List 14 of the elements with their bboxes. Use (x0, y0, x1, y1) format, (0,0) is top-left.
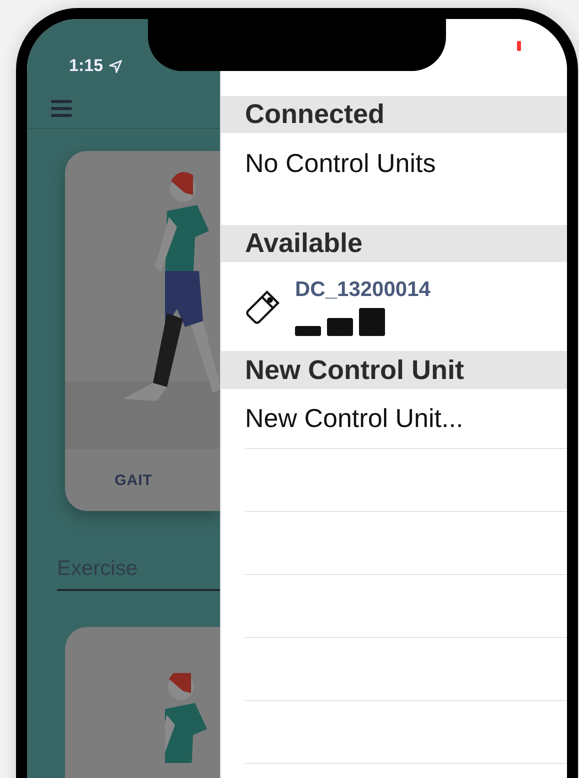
section-header: New Control Unit (221, 351, 567, 389)
new-control-unit-item[interactable]: New Control Unit... (245, 402, 567, 434)
empty-state-text: No Control Units (245, 148, 437, 179)
device-name[interactable]: DC_13200014 (295, 278, 430, 302)
status-time: 1:15 (69, 56, 104, 76)
menu-icon[interactable] (51, 100, 72, 117)
section-header: Available (221, 224, 567, 262)
card-label: GAIT (114, 472, 154, 488)
usb-stick-icon (245, 288, 281, 325)
location-arrow-icon (109, 60, 122, 73)
signal-strength-icon (295, 306, 385, 336)
section-header: Connected (221, 96, 567, 133)
battery-icon (517, 41, 521, 51)
exercise-card[interactable] (65, 627, 220, 778)
